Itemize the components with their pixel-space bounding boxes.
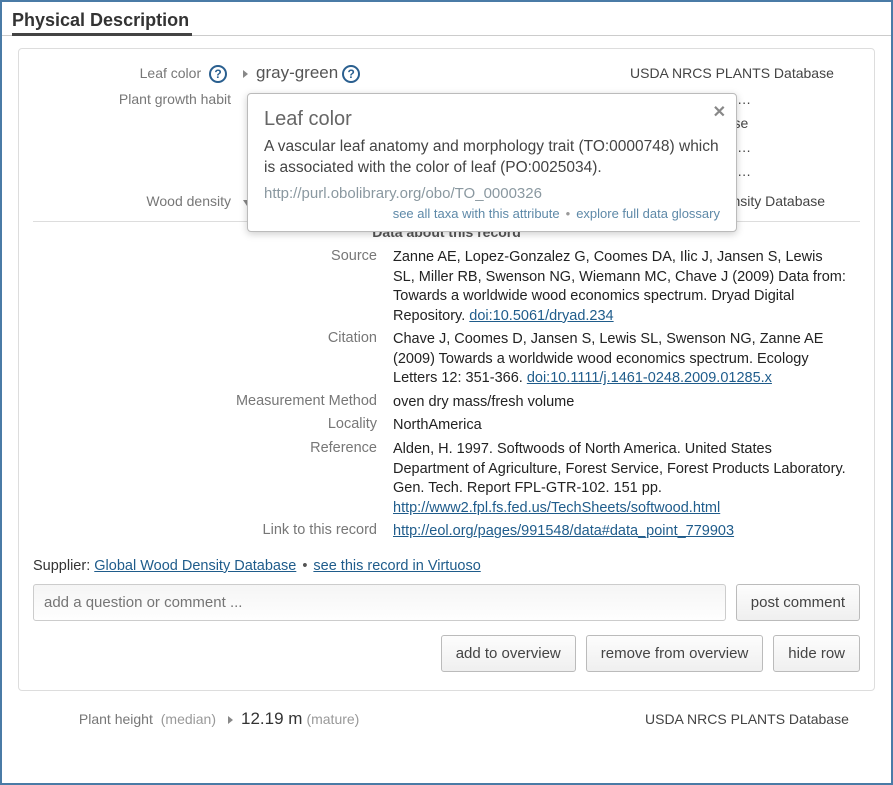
hide-row-button[interactable]: hide row	[773, 635, 860, 672]
supplier-line: Supplier: Global Wood Density Database • s…	[33, 558, 860, 574]
see-taxa-link[interactable]: see all taxa with this attribute	[393, 206, 560, 221]
growth-habit-label: Plant growth habit	[33, 91, 243, 107]
glossary-link[interactable]: explore full data glossary	[576, 206, 720, 221]
meta-value: Zanne AE, Lopez-Gonzalez G, Coomes DA, I…	[393, 248, 860, 326]
permalink-link[interactable]: http://eol.org/pages/991548/data#data_po…	[393, 523, 734, 539]
row-plant-height: Plant height (median) 12.19 m (mature) U…	[18, 701, 875, 729]
meta-source: Source Zanne AE, Lopez-Gonzalez G, Coome…	[33, 246, 860, 328]
meta-reference: Reference Alden, H. 1997. Softwoods of N…	[33, 438, 860, 520]
life-stage: (mature)	[306, 711, 359, 727]
meta-value: Alden, H. 1997. Softwoods of North Ameri…	[393, 440, 860, 518]
life-stage: (median)	[161, 711, 216, 727]
help-icon[interactable]: ?	[342, 65, 360, 83]
meta-label: Reference	[33, 440, 393, 518]
post-comment-button[interactable]: post comment	[736, 584, 860, 621]
row-value-area: gray-green ?	[243, 63, 630, 83]
meta-label: Measurement Method	[33, 393, 393, 413]
plant-height-value: 12.19 m	[241, 709, 302, 729]
row-source[interactable]: USDA NRCS PLANTS Database	[645, 711, 875, 727]
doi-link[interactable]: doi:10.1111/j.1461-0248.2009.01285.x	[527, 370, 772, 386]
plant-height-label: Plant height (median)	[18, 711, 228, 727]
meta-value: http://eol.org/pages/991548/data#data_po…	[393, 522, 860, 542]
meta-label: Source	[33, 248, 393, 326]
comment-row: post comment	[33, 584, 860, 621]
row-source[interactable]: USDA NRCS PLANTS Database	[630, 65, 860, 81]
tooltip-links: see all taxa with this attribute • explore…	[264, 206, 720, 221]
tooltip-title: Leaf color	[264, 108, 720, 131]
virtuoso-link[interactable]: see this record in Virtuoso	[313, 558, 480, 574]
close-icon[interactable]: ✕	[713, 102, 726, 122]
tooltip-url[interactable]: http://purl.obolibrary.org/obo/TO_000032…	[264, 185, 720, 202]
tooltip-body: A vascular leaf anatomy and morphology t…	[264, 137, 720, 179]
glossary-tooltip: ✕ Leaf color A vascular leaf anatomy and…	[247, 93, 737, 232]
add-overview-button[interactable]: add to overview	[441, 635, 576, 672]
help-icon[interactable]: ?	[209, 65, 227, 83]
row-value-area: 12.19 m (mature)	[228, 709, 645, 729]
separator-dot: •	[566, 206, 571, 221]
content-wrap: Leaf color ? gray-green ? USDA NRCS PLAN…	[2, 36, 891, 741]
comment-input[interactable]	[33, 584, 726, 621]
leaf-color-label: Leaf color	[140, 65, 201, 81]
meta-value: Chave J, Coomes D, Jansen S, Lewis SL, S…	[393, 330, 860, 389]
meta-label: Citation	[33, 330, 393, 389]
row-leaf-color: Leaf color ? gray-green ? USDA NRCS PLAN…	[33, 59, 860, 87]
meta-method: Measurement Method oven dry mass/fresh v…	[33, 391, 860, 415]
expand-icon[interactable]	[243, 70, 248, 78]
separator-dot: •	[302, 558, 307, 574]
remove-overview-button[interactable]: remove from overview	[586, 635, 764, 672]
leaf-color-value: gray-green	[256, 63, 338, 83]
action-row: add to overview remove from overview hid…	[33, 635, 860, 672]
supplier-prefix: Supplier:	[33, 558, 94, 574]
meta-label: Locality	[33, 416, 393, 436]
wood-density-label: Wood density	[33, 193, 243, 209]
supplier-link[interactable]: Global Wood Density Database	[94, 558, 296, 574]
expand-icon[interactable]	[228, 716, 233, 724]
meta-permalink: Link to this record http://eol.org/pages…	[33, 520, 860, 544]
reference-link[interactable]: http://www2.fpl.fs.fed.us/TechSheets/sof…	[393, 500, 720, 516]
section-title: Physical Description	[2, 2, 891, 36]
attributes-panel: Leaf color ? gray-green ? USDA NRCS PLAN…	[18, 48, 875, 691]
meta-locality: Locality NorthAmerica	[33, 414, 860, 438]
meta-value: oven dry mass/fresh volume	[393, 393, 860, 413]
meta-label: Link to this record	[33, 522, 393, 542]
doi-link[interactable]: doi:10.5061/dryad.234	[469, 308, 613, 324]
row-label: Leaf color ?	[33, 65, 243, 83]
meta-citation: Citation Chave J, Coomes D, Jansen S, Le…	[33, 328, 860, 391]
meta-value: NorthAmerica	[393, 416, 860, 436]
